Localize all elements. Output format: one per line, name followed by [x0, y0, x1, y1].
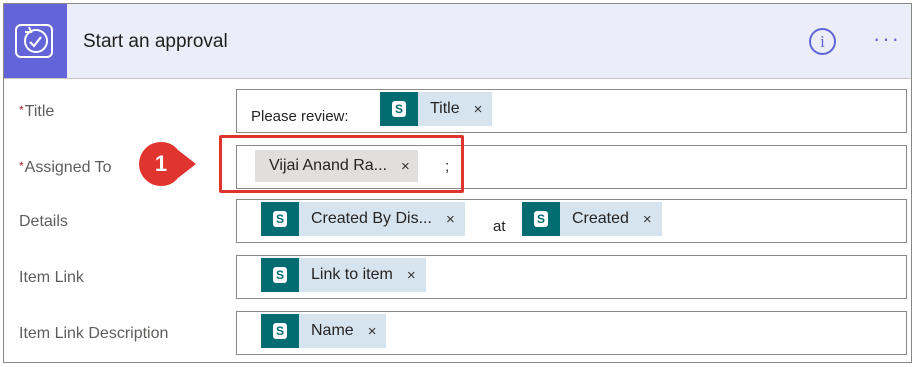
- token-label: Created: [572, 210, 629, 227]
- dynamic-content-token[interactable]: S Created By Dis... ×: [261, 202, 465, 236]
- token-label: Created By Dis...: [311, 210, 432, 227]
- callout-badge: 1: [138, 141, 198, 187]
- action-header[interactable]: Start an approval i ···: [4, 4, 911, 79]
- item-link-field[interactable]: S Link to item ×: [236, 255, 907, 299]
- required-marker: *: [19, 103, 24, 117]
- more-options-icon[interactable]: ···: [873, 28, 901, 50]
- token-label: Link to item: [311, 266, 393, 283]
- remove-token-icon[interactable]: ×: [407, 267, 416, 284]
- field-label-assigned-to: *Assigned To: [19, 159, 112, 177]
- dynamic-content-token[interactable]: S Name ×: [261, 314, 387, 348]
- remove-token-icon[interactable]: ×: [446, 211, 455, 228]
- dynamic-content-token[interactable]: S Title ×: [380, 92, 493, 126]
- remove-token-icon[interactable]: ×: [368, 323, 377, 340]
- field-label-details: Details: [19, 213, 68, 230]
- sharepoint-icon: S: [380, 92, 418, 126]
- required-marker: *: [19, 159, 24, 173]
- sharepoint-icon: S: [522, 202, 560, 236]
- sharepoint-icon: S: [261, 314, 299, 348]
- title-prefix-text: Please review:: [251, 108, 349, 125]
- details-joiner-text: at: [493, 218, 506, 235]
- token-label: Title: [430, 100, 460, 117]
- action-title: Start an approval: [83, 31, 228, 52]
- field-label-item-link: Item Link: [19, 269, 84, 286]
- field-label-text: Assigned To: [24, 159, 112, 176]
- sharepoint-icon: S: [261, 202, 299, 236]
- dynamic-content-token[interactable]: S Link to item ×: [261, 258, 426, 292]
- details-field[interactable]: S Created By Dis... × at S Created ×: [236, 199, 907, 243]
- callout-number: 1: [154, 151, 168, 176]
- field-label-title: *Title: [19, 103, 54, 121]
- approval-icon: [4, 4, 67, 78]
- remove-token-icon[interactable]: ×: [474, 101, 483, 118]
- callout-highlight-box: [219, 135, 464, 193]
- item-link-description-field[interactable]: S Name ×: [236, 311, 907, 355]
- field-label-text: Title: [24, 103, 55, 120]
- info-icon[interactable]: i: [809, 28, 836, 55]
- dynamic-content-token[interactable]: S Created ×: [522, 202, 662, 236]
- token-label: Name: [311, 322, 354, 339]
- title-field[interactable]: Please review: S Title ×: [236, 89, 907, 133]
- field-label-item-link-description: Item Link Description: [19, 325, 169, 342]
- sharepoint-icon: S: [261, 258, 299, 292]
- remove-token-icon[interactable]: ×: [643, 211, 652, 228]
